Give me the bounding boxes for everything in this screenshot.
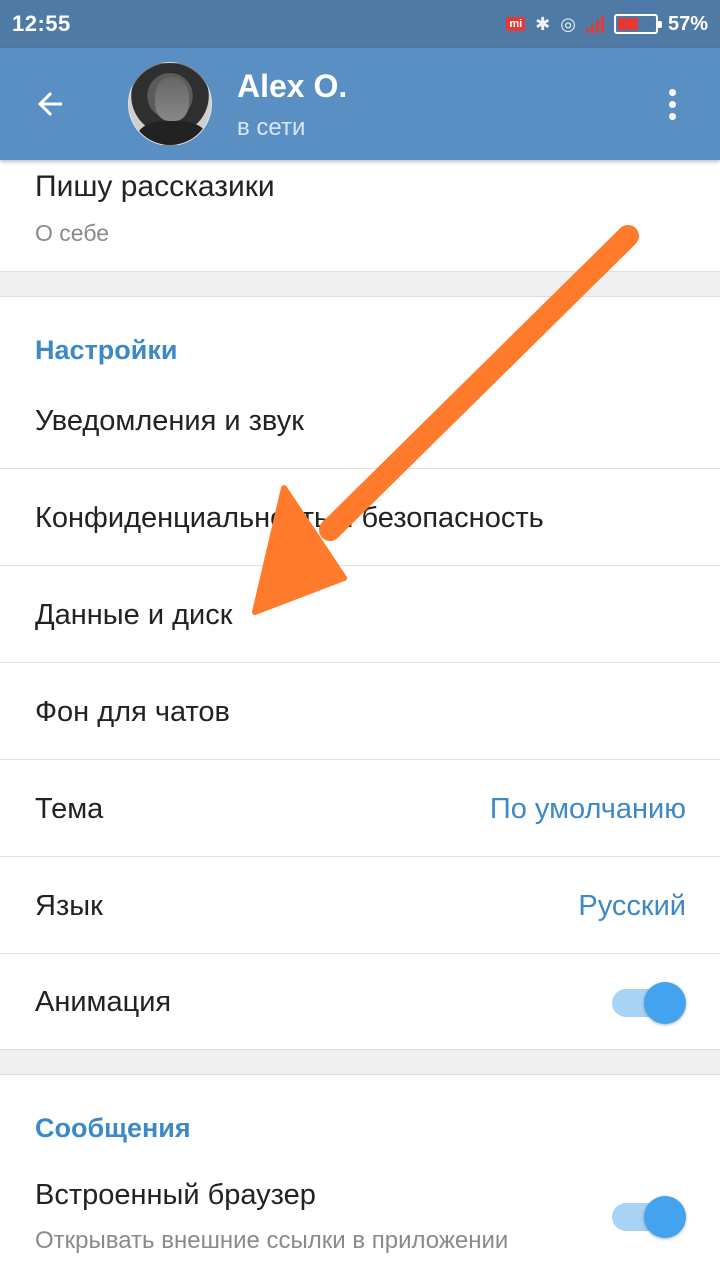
row-label: Тема xyxy=(35,793,104,825)
avatar-face xyxy=(155,77,189,121)
battery-percent: 57% xyxy=(667,12,708,35)
more-dot-icon xyxy=(668,112,676,120)
settings-item-chat-background[interactable]: Фон для чатов xyxy=(0,663,720,760)
language-value: Русский xyxy=(578,890,686,922)
row-label: Язык xyxy=(35,890,103,922)
location-icon: ◎ xyxy=(560,13,576,34)
settings-item-data-storage[interactable]: Данные и диск xyxy=(0,566,720,663)
row-label: Анимация xyxy=(35,986,172,1018)
settings-item-language[interactable]: Язык Русский xyxy=(0,857,720,954)
bluetooth-icon: ✱ xyxy=(535,13,551,34)
user-status: в сети xyxy=(237,114,306,141)
row-label: Данные и диск xyxy=(35,599,233,631)
status-time: 12:55 xyxy=(12,11,71,36)
settings-item-theme[interactable]: Тема По умолчанию xyxy=(0,760,720,857)
in-app-browser-toggle[interactable] xyxy=(608,1193,686,1239)
avatar-shirt xyxy=(137,121,207,145)
settings-item-in-app-browser[interactable]: Встроенный браузер Открывать внешние ссы… xyxy=(0,1161,720,1280)
messages-title: Сообщения xyxy=(35,1113,191,1143)
app-bar: Alex O. в сети xyxy=(0,48,720,160)
row-label: Встроенный браузер xyxy=(35,1179,316,1211)
more-menu-button[interactable] xyxy=(648,80,696,128)
battery-icon xyxy=(613,14,662,34)
bio-label: О себе xyxy=(35,220,110,246)
signal-icon xyxy=(585,15,604,33)
settings-item-notifications[interactable]: Уведомления и звук xyxy=(0,373,720,470)
theme-value: По умолчанию xyxy=(489,793,686,825)
settings-item-animation[interactable]: Анимация xyxy=(0,954,720,1051)
messages-section: Сообщения Встроенный браузер Открывать в… xyxy=(0,1074,720,1280)
more-dot-icon xyxy=(668,88,676,96)
row-label: Уведомления и звук xyxy=(35,405,304,437)
settings-title: Настройки xyxy=(35,335,178,365)
row-label: Фон для чатов xyxy=(35,696,230,728)
row-label: Конфиденциальность и безопасность xyxy=(35,502,544,534)
bio-text: Пишу рассказики xyxy=(35,170,275,203)
bio-section[interactable]: Пишу рассказики О себе xyxy=(0,160,720,272)
more-dot-icon xyxy=(668,100,676,108)
battery-fill xyxy=(617,18,639,30)
arrow-left-icon xyxy=(38,92,62,116)
settings-section: Настройки Уведомления и звук Конфиденциа… xyxy=(0,296,720,1050)
settings-item-privacy[interactable]: Конфиденциальность и безопасность xyxy=(0,469,720,566)
mi-icon: mi xyxy=(506,17,526,31)
animation-toggle[interactable] xyxy=(608,979,686,1025)
toggle-thumb xyxy=(644,982,686,1024)
toggle-thumb xyxy=(644,1196,686,1238)
row-sublabel: Открывать внешние ссылки в приложении xyxy=(35,1227,509,1254)
user-name: Alex O. xyxy=(237,68,348,104)
status-icons: mi ✱ ◎ 57% xyxy=(506,13,708,36)
back-button[interactable] xyxy=(22,76,78,132)
avatar[interactable] xyxy=(128,62,212,146)
status-bar: 12:55 mi ✱ ◎ 57% xyxy=(0,0,720,48)
